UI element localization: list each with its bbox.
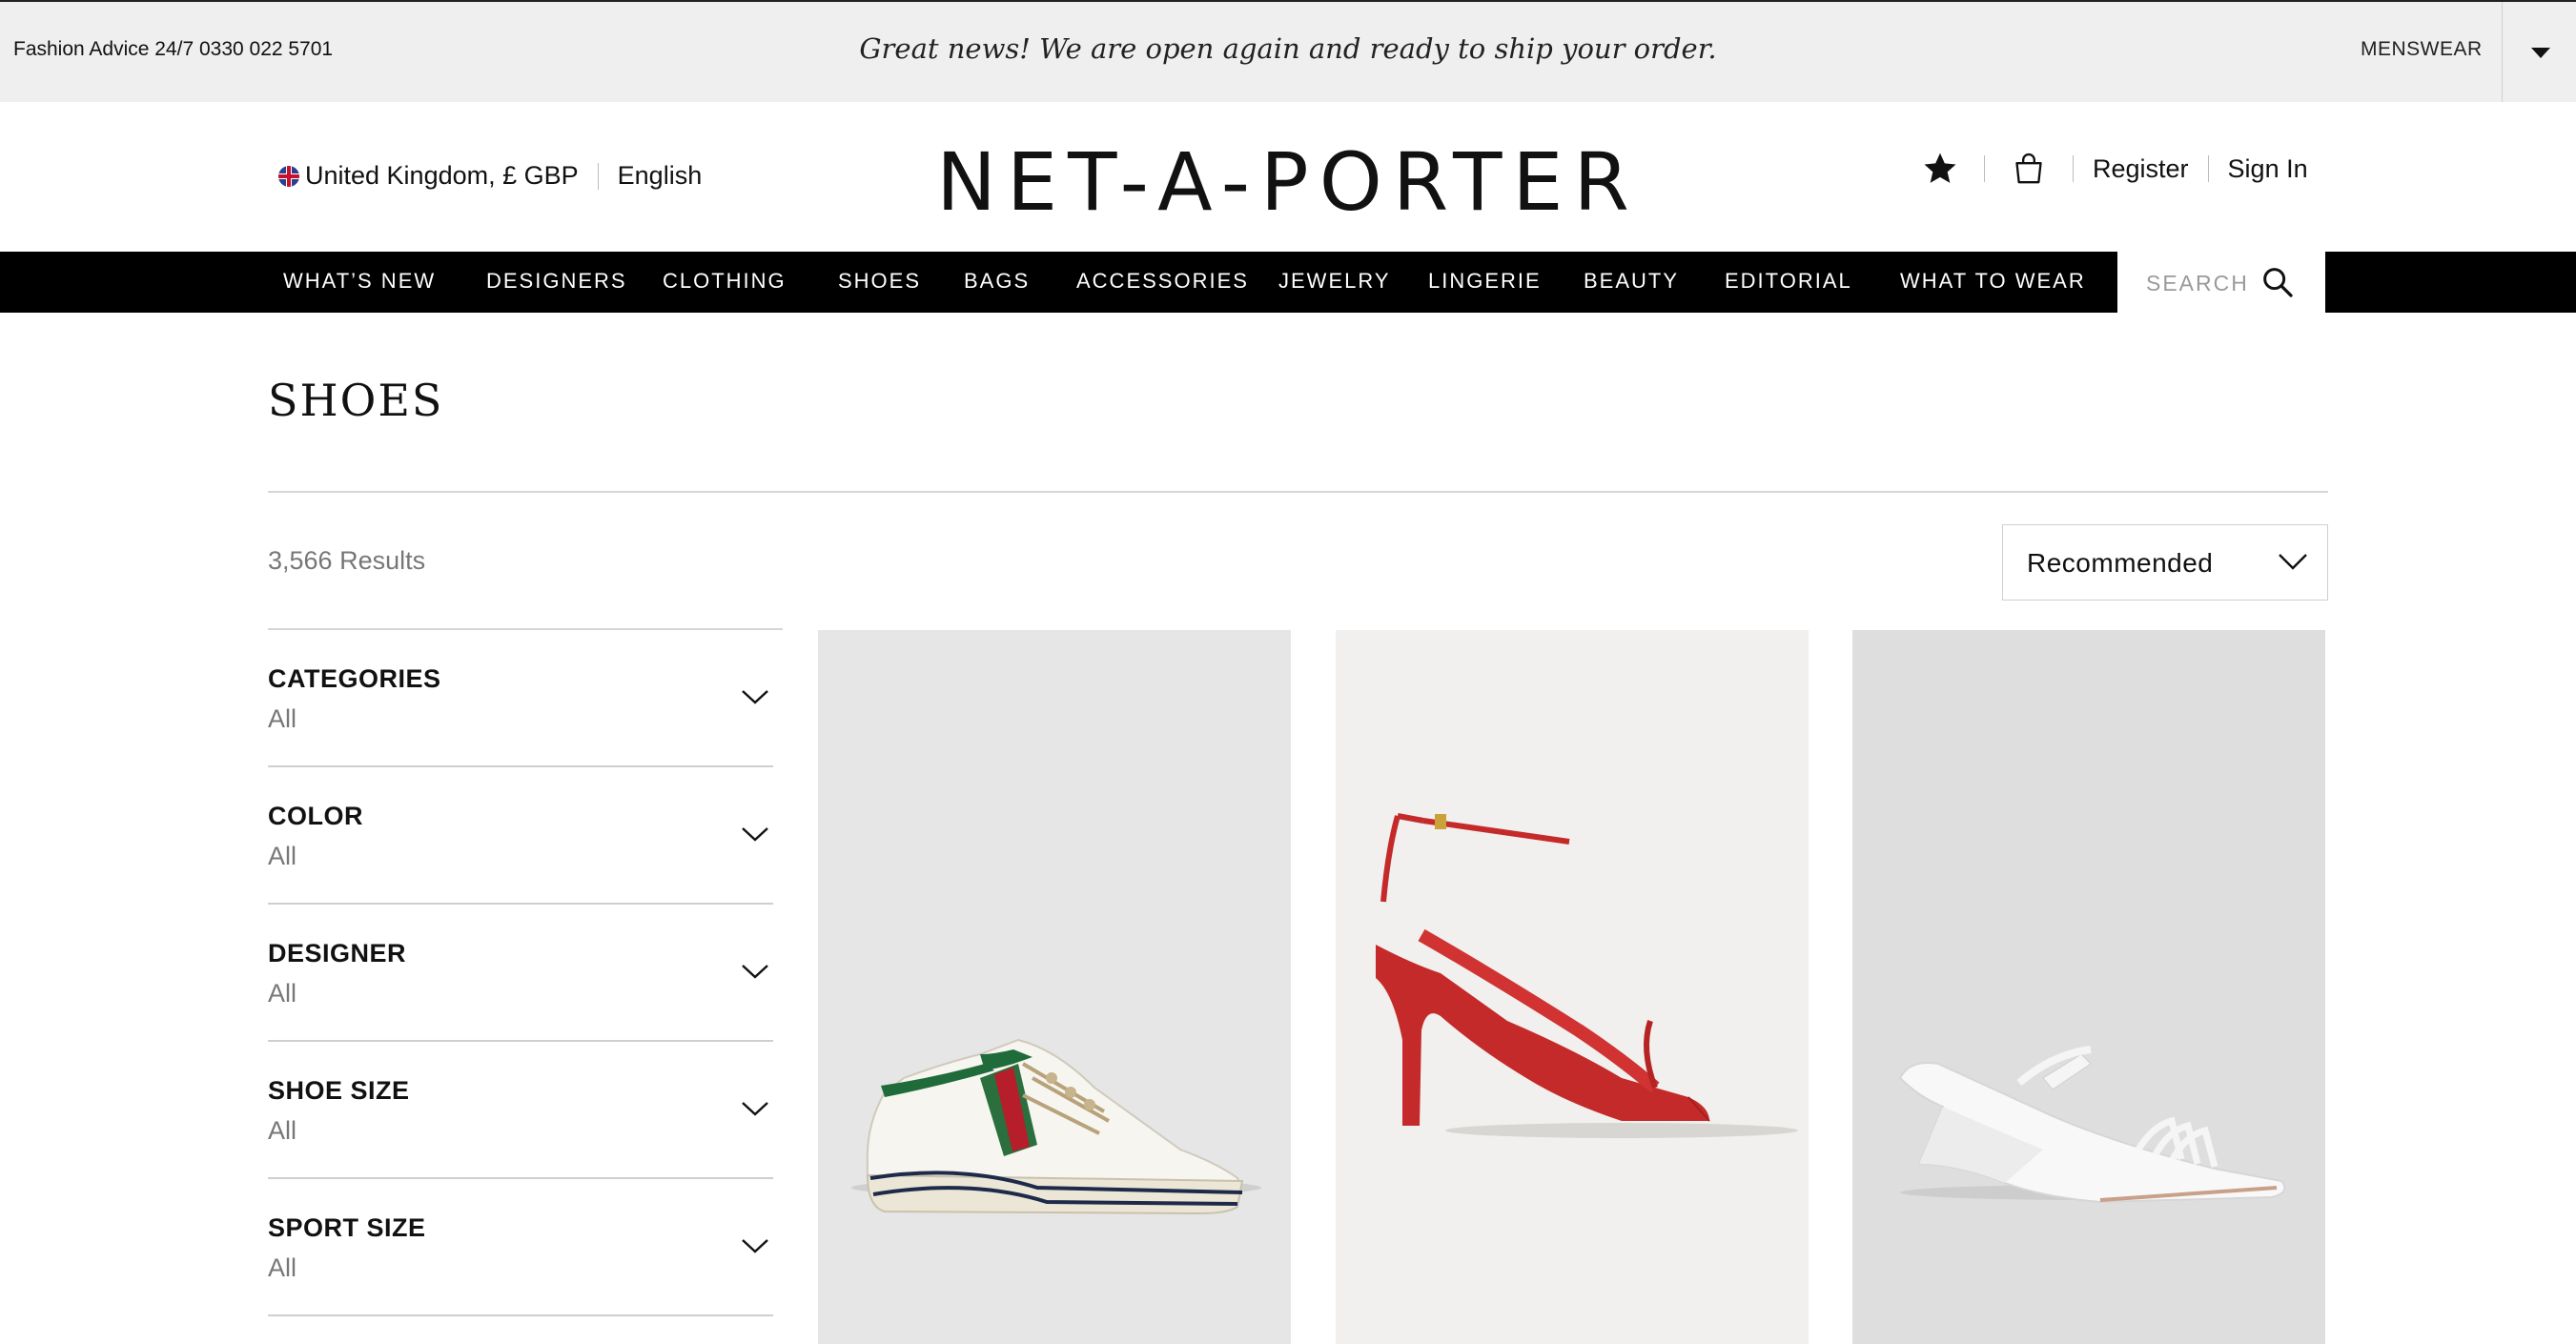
nav-item-clothing[interactable]: CLOTHING	[663, 269, 787, 294]
menswear-dropdown-button[interactable]	[2502, 2, 2576, 102]
shopping-bag-icon[interactable]	[2010, 150, 2048, 188]
register-link[interactable]: Register	[2093, 154, 2189, 184]
filter-value: All	[268, 1253, 297, 1282]
filter-categories[interactable]: CATEGORIES All	[268, 630, 773, 767]
menswear-link[interactable]: MENSWEAR	[2361, 38, 2483, 61]
nav-item-what-to-wear[interactable]: WHAT TO WEAR	[1900, 269, 2086, 294]
filter-label: CATEGORIES	[268, 664, 441, 693]
filter-label: SHOE SIZE	[268, 1076, 410, 1105]
nav-item-designers[interactable]: DESIGNERS	[486, 269, 627, 294]
chevron-down-icon	[2278, 552, 2308, 576]
nav-item-lingerie[interactable]: LINGERIE	[1428, 269, 1542, 294]
sort-selected-value: Recommended	[2027, 548, 2214, 578]
nav-item-accessories[interactable]: ACCESSORIES	[1076, 269, 1249, 294]
results-count: 3,566 Results	[268, 546, 426, 575]
star-icon[interactable]	[1921, 150, 1959, 188]
search-placeholder: SEARCH	[2146, 271, 2249, 295]
product-card[interactable]	[818, 630, 1291, 1344]
filter-value: All	[268, 704, 297, 733]
site-header: United Kingdom, £ GBP English NET-A-PORT…	[0, 102, 2576, 252]
divider	[2073, 155, 2074, 182]
filter-label: SPORT SIZE	[268, 1213, 426, 1242]
chevron-down-icon[interactable]	[741, 1236, 769, 1260]
chevron-down-icon[interactable]	[741, 1099, 769, 1123]
account-links: Register Sign In	[1921, 150, 2308, 188]
divider	[1984, 155, 1985, 182]
nav-item-editorial[interactable]: EDITORIAL	[1725, 269, 1852, 294]
filter-value: All	[268, 842, 297, 870]
search-icon[interactable]	[2259, 263, 2297, 306]
filter-shoe-size[interactable]: SHOE SIZE All	[268, 1042, 773, 1179]
chevron-down-icon[interactable]	[741, 962, 769, 986]
divider	[268, 491, 2328, 493]
sign-in-link[interactable]: Sign In	[2228, 154, 2308, 184]
filter-sport-size[interactable]: SPORT SIZE All	[268, 1179, 773, 1316]
nav-item-jewelry[interactable]: JEWELRY	[1278, 269, 1391, 294]
product-image-sandal[interactable]	[1336, 630, 1809, 1344]
sort-dropdown[interactable]: Recommended	[2002, 524, 2328, 601]
nav-item-whats-new[interactable]: WHAT’S NEW	[283, 269, 436, 294]
filter-label: COLOR	[268, 802, 363, 830]
product-image-wedge-sandal[interactable]	[1852, 630, 2325, 1344]
chevron-down-icon[interactable]	[741, 687, 769, 711]
chevron-down-icon[interactable]	[741, 825, 769, 848]
product-card[interactable]	[1336, 630, 1809, 1344]
promo-message: Great news! We are open again and ready …	[859, 32, 1717, 65]
filter-label: DESIGNER	[268, 939, 407, 967]
product-card[interactable]	[1852, 630, 2325, 1344]
top-promo-bar: Fashion Advice 24/7 0330 022 5701 Great …	[0, 0, 2576, 102]
nav-item-shoes[interactable]: SHOES	[838, 269, 921, 294]
page-title: SHOES	[268, 375, 444, 426]
divider	[2207, 155, 2209, 182]
search-input[interactable]: SEARCH	[2117, 252, 2325, 313]
nav-item-beauty[interactable]: BEAUTY	[1584, 269, 1679, 294]
filter-value: All	[268, 1116, 297, 1145]
filter-color[interactable]: COLOR All	[268, 767, 773, 905]
caret-down-icon	[2531, 48, 2550, 58]
filter-value: All	[268, 979, 297, 1008]
product-image-sneaker[interactable]	[818, 630, 1291, 1344]
filter-designer[interactable]: DESIGNER All	[268, 905, 773, 1042]
nav-item-bags[interactable]: BAGS	[964, 269, 1030, 294]
